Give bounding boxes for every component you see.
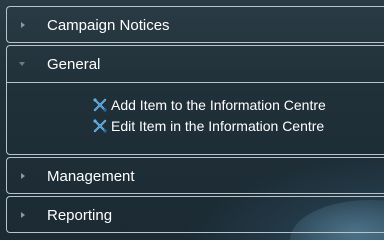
panel-header-campaign-notices[interactable]: Campaign Notices xyxy=(7,7,384,43)
panel-header-management[interactable]: Management xyxy=(7,158,384,194)
add-item-label: Add Item to the Information Centre xyxy=(111,97,326,113)
panel-label: General xyxy=(47,55,101,73)
panel-header-reporting[interactable]: Reporting xyxy=(7,197,384,233)
panel-label: Management xyxy=(47,167,135,185)
panel-label: Reporting xyxy=(47,206,113,224)
panel-header-general[interactable]: General xyxy=(7,46,384,83)
chevron-right-icon xyxy=(21,212,25,218)
chevron-down-icon xyxy=(19,62,25,66)
panel-body-general: Add Item to the Information Centre Edit … xyxy=(7,83,384,155)
chevron-right-icon xyxy=(21,22,25,28)
tools-x-icon xyxy=(93,98,107,112)
panel-general: General Add Item to the Information Cent… xyxy=(6,45,384,155)
panel-management: Management xyxy=(6,157,384,194)
edit-item-link[interactable]: Edit Item in the Information Centre xyxy=(93,118,324,134)
panel-reporting: Reporting xyxy=(6,196,384,233)
add-item-link[interactable]: Add Item to the Information Centre xyxy=(93,97,326,113)
panel-campaign-notices: Campaign Notices xyxy=(6,6,384,43)
edit-item-label: Edit Item in the Information Centre xyxy=(111,118,325,134)
tools-x-icon xyxy=(93,119,107,133)
chevron-right-icon xyxy=(21,173,25,179)
panel-label: Campaign Notices xyxy=(47,16,170,34)
